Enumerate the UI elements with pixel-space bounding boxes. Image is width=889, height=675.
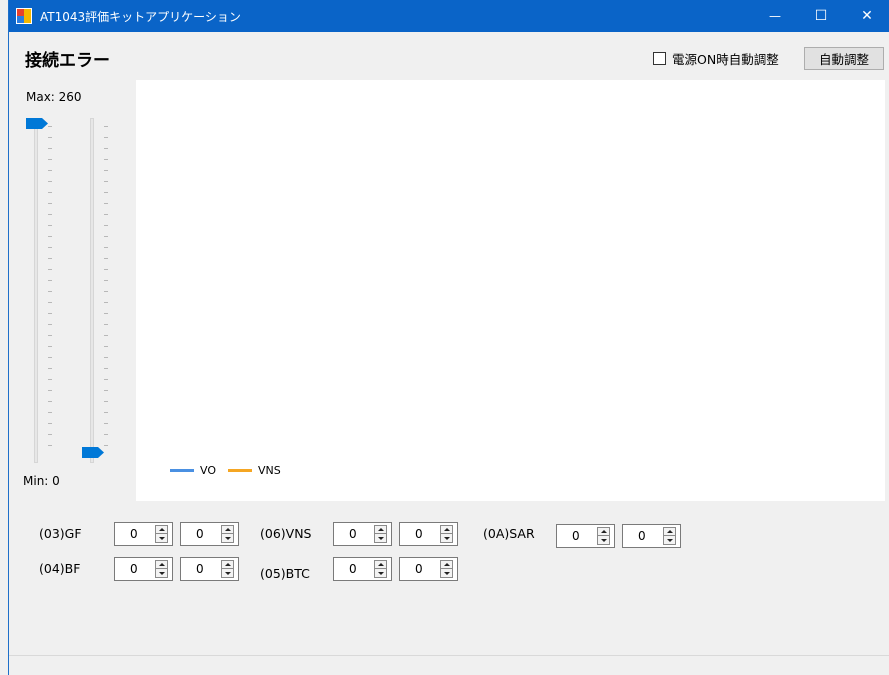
spin-down-icon[interactable] — [598, 536, 609, 544]
spin-down-icon[interactable] — [222, 534, 233, 542]
spin-up-icon[interactable] — [441, 526, 452, 534]
spin-up-icon[interactable] — [375, 526, 386, 534]
close-icon: ✕ — [861, 8, 873, 24]
spin-buttons — [597, 527, 610, 545]
spin-buttons — [221, 525, 234, 543]
left-slider[interactable] — [25, 118, 55, 463]
minimize-button[interactable]: — — [752, 0, 798, 32]
gf-spin-1[interactable]: 0 — [114, 522, 173, 546]
legend-label-vo: VO — [200, 464, 216, 477]
sar-value-1[interactable]: 0 — [572, 529, 580, 543]
spin-up-icon[interactable] — [156, 561, 167, 569]
slider-track — [90, 118, 94, 463]
slider-ticks — [48, 126, 52, 456]
maximize-icon: ☐ — [814, 8, 828, 24]
spin-buttons — [374, 525, 387, 543]
maximize-button[interactable]: ☐ — [798, 0, 844, 32]
spin-up-icon[interactable] — [664, 528, 675, 536]
gf-spin-2[interactable]: 0 — [180, 522, 239, 546]
window-title: AT1043評価キットアプリケーション — [40, 10, 241, 24]
spin-up-icon[interactable] — [375, 561, 386, 569]
spin-buttons — [440, 560, 453, 578]
right-slider-thumb[interactable] — [82, 447, 104, 458]
vns-spin-1[interactable]: 0 — [333, 522, 392, 546]
sar-value-2[interactable]: 0 — [638, 529, 646, 543]
bf-spin-1[interactable]: 0 — [114, 557, 173, 581]
spin-buttons — [440, 525, 453, 543]
register-label-sar: (0A)SAR — [483, 526, 535, 541]
bf-spin-2[interactable]: 0 — [180, 557, 239, 581]
spin-up-icon[interactable] — [222, 526, 233, 534]
btc-value-2[interactable]: 0 — [415, 562, 423, 576]
register-label-btc: (05)BTC — [260, 566, 310, 581]
legend-item-vo: VO — [170, 464, 216, 477]
left-slider-thumb[interactable] — [26, 118, 48, 129]
spin-down-icon[interactable] — [441, 534, 452, 542]
register-label-vns: (06)VNS — [260, 526, 312, 541]
slider-ticks — [104, 126, 108, 456]
close-button[interactable]: ✕ — [844, 0, 889, 32]
legend-swatch-vo — [170, 469, 194, 472]
vns-value-1[interactable]: 0 — [349, 527, 357, 541]
spin-down-icon[interactable] — [441, 569, 452, 577]
connection-status-text: 接続エラー — [25, 51, 110, 71]
max-label: Max: 260 — [26, 90, 82, 104]
btc-value-1[interactable]: 0 — [349, 562, 357, 576]
spin-down-icon[interactable] — [375, 569, 386, 577]
spin-down-icon[interactable] — [375, 534, 386, 542]
spin-down-icon[interactable] — [156, 569, 167, 577]
gf-value-2[interactable]: 0 — [196, 527, 204, 541]
checkbox-box[interactable] — [653, 52, 666, 65]
spin-buttons — [155, 525, 168, 543]
register-label-bf: (04)BF — [39, 561, 81, 576]
auto-on-power-checkbox[interactable]: 電源ON時自動調整 — [653, 49, 779, 68]
spin-down-icon[interactable] — [664, 536, 675, 544]
chart-area: VO VNS — [136, 80, 885, 501]
spin-up-icon[interactable] — [222, 561, 233, 569]
sar-spin-2[interactable]: 0 — [622, 524, 681, 548]
legend-item-vns: VNS — [228, 464, 281, 477]
btc-spin-1[interactable]: 0 — [333, 557, 392, 581]
title-bar[interactable]: AT1043評価キットアプリケーション — ☐ ✕ — [9, 0, 889, 32]
spin-down-icon[interactable] — [156, 534, 167, 542]
btc-spin-2[interactable]: 0 — [399, 557, 458, 581]
spin-buttons — [374, 560, 387, 578]
status-bar — [9, 655, 889, 675]
spin-buttons — [155, 560, 168, 578]
chart-legend: VO VNS — [170, 464, 293, 477]
spin-down-icon[interactable] — [222, 569, 233, 577]
auto-adjust-button[interactable]: 自動調整 — [804, 47, 884, 70]
gf-value-1[interactable]: 0 — [130, 527, 138, 541]
auto-on-power-label: 電源ON時自動調整 — [672, 52, 779, 67]
minimize-icon: — — [769, 9, 781, 23]
legend-label-vns: VNS — [258, 464, 281, 477]
bf-value-1[interactable]: 0 — [130, 562, 138, 576]
spin-buttons — [663, 527, 676, 545]
bf-value-2[interactable]: 0 — [196, 562, 204, 576]
sar-spin-1[interactable]: 0 — [556, 524, 615, 548]
legend-swatch-vns — [228, 469, 252, 472]
min-label: Min: 0 — [23, 474, 60, 488]
main-window: AT1043評価キットアプリケーション — ☐ ✕ 接続エラー 電源ON時自動調… — [8, 0, 889, 675]
spin-buttons — [221, 560, 234, 578]
register-label-gf: (03)GF — [39, 526, 82, 541]
app-icon — [16, 8, 32, 24]
vns-spin-2[interactable]: 0 — [399, 522, 458, 546]
vns-value-2[interactable]: 0 — [415, 527, 423, 541]
spin-up-icon[interactable] — [598, 528, 609, 536]
spin-up-icon[interactable] — [441, 561, 452, 569]
slider-track — [34, 118, 38, 463]
right-slider[interactable] — [81, 118, 111, 463]
spin-up-icon[interactable] — [156, 526, 167, 534]
